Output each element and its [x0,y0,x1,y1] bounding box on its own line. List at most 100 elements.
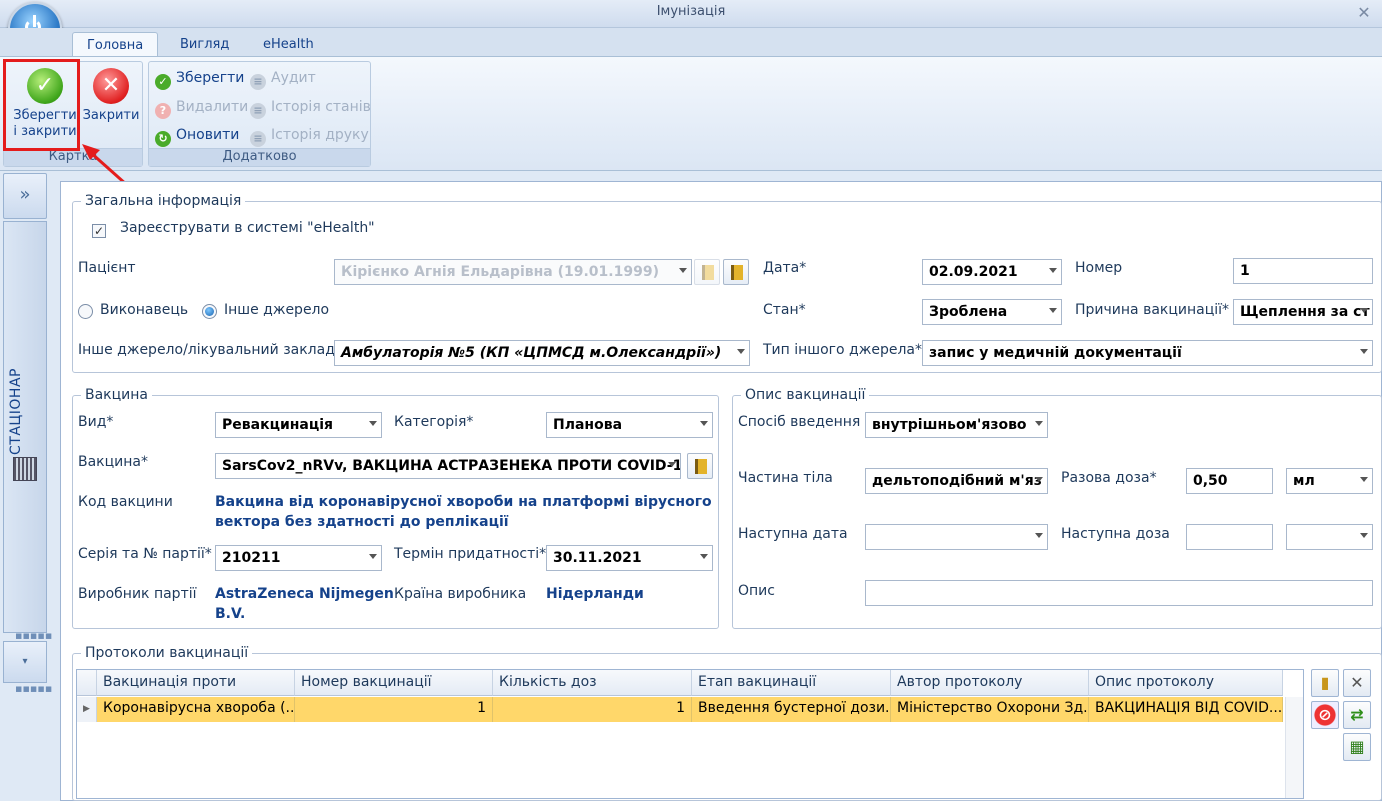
patient-combo[interactable]: Кірієнко Агнія Ельдарівна (19.01.1999) [334,259,692,285]
next-date-combo[interactable] [865,524,1048,550]
body-part-combo[interactable]: дельтоподібний м'яз [865,468,1048,494]
column-header[interactable]: Автор протоколу [891,670,1089,696]
spreadsheet-icon[interactable]: ▦ [1343,733,1371,761]
vaccine-combo[interactable]: SarsCov2_nRVv, ВАКЦИНА АСТРАЗЕНЕКА ПРОТИ… [215,453,681,479]
tools-icon[interactable]: ✕ [1343,669,1371,697]
number-label: Номер [1075,260,1123,276]
link-icon[interactable]: ⇄ [1343,701,1371,729]
register-ehealth-checkbox[interactable]: ✓ [92,224,106,238]
next-dose-field[interactable] [1186,524,1273,550]
sidebar-dropdown-button[interactable]: ▾ [3,641,47,683]
refresh-button[interactable]: ↻ Оновити [155,125,240,147]
expand-sidebar-button[interactable]: » [3,173,47,219]
method-combo[interactable]: внутрішньом'язово [865,412,1048,438]
title-bar: Імунізація ✕ [0,0,1382,28]
patient-edit-disabled-button[interactable] [694,259,720,285]
print-history-button[interactable]: ≡ Історія друку [250,125,369,147]
chevron-down-icon [369,421,377,426]
code-value-line1: Вакцина від коронавірусної хвороби на пл… [215,494,712,510]
maker-label: Виробник партії [78,586,197,602]
audit-label: Аудит [271,70,316,86]
refresh-label: Оновити [176,127,240,143]
open-book-icon[interactable]: ▮ [1311,669,1339,697]
chevron-down-icon [1360,533,1368,538]
facility-combo[interactable]: Амбулаторія №5 (КП «ЦПМСД м.Олександрії»… [334,340,750,366]
reason-value: Щеплення за ст [1240,304,1370,320]
chevron-down-icon [737,349,745,354]
tab-ehealth[interactable]: eHealth [249,32,328,58]
close-icon: ✕ [93,68,129,104]
state-label: Стан* [763,302,806,318]
status-history-button[interactable]: ≡ Історія станів [250,97,371,119]
table-cell[interactable]: 1 [493,697,692,722]
close-button[interactable]: ✕ Закрити [80,62,142,124]
desc-field[interactable] [865,580,1373,606]
audit-button[interactable]: ≡ Аудит [250,68,316,90]
save-label: Зберегти [176,70,245,86]
description-legend: Опис вакцинації [745,387,866,403]
executor-label: Виконавець [100,302,189,318]
save-check-icon: ✓ [155,74,171,90]
sidebar: » СТАЦІОНАР ▪▪▪▪▪ ▾ ▪▪▪▪▪ [3,173,52,801]
body-part-label: Частина тіла [738,470,833,486]
expiry-combo[interactable]: 30.11.2021 [546,545,713,571]
column-header[interactable]: Кількість доз [493,670,692,696]
column-header[interactable]: Номер вакцинації [295,670,493,696]
maker-value-line2: B.V. [215,606,246,622]
number-field[interactable]: 1 [1233,258,1373,284]
tab-home[interactable]: Головна [72,32,159,58]
close-window-icon[interactable]: ✕ [1352,3,1376,23]
next-dose-unit-combo[interactable] [1286,524,1373,550]
date-combo[interactable]: 02.09.2021 [922,259,1062,285]
unit-combo[interactable]: мл [1286,468,1373,494]
dose-field[interactable]: 0,50 [1186,468,1273,494]
other-source-radio[interactable] [202,304,217,319]
date-label: Дата* [763,260,807,276]
kind-combo[interactable]: Ревакцинація [215,412,382,438]
column-header[interactable]: Етап вакцинації [692,670,891,696]
delete-row-icon[interactable]: ⊘ [1311,701,1339,729]
delete-button[interactable]: ? Видалити [155,97,248,119]
sidebar-grip-bottom[interactable]: ▪▪▪▪▪ [15,682,52,695]
chevron-down-icon [700,554,708,559]
chevron-down-icon [1049,268,1057,273]
tab-view[interactable]: Вигляд [166,32,243,58]
chevron-down-icon [668,462,676,467]
source-type-combo[interactable]: запис у медичній документації [922,340,1373,366]
country-value: Нідерланди [546,586,644,602]
table-cell[interactable]: ВАКЦИНАЦІЯ ВІД COVID... [1089,697,1283,722]
vertical-scrollbar[interactable] [1285,697,1303,798]
reason-combo[interactable]: Щеплення за ст [1233,299,1373,325]
close-label: Закрити [82,108,140,123]
source-type-label: Тип іншого джерела* [763,342,922,358]
vaccine-lookup-book-icon[interactable] [687,453,713,479]
save-button[interactable]: ✓ Зберегти [155,68,245,90]
print-history-label: Історія друку [271,127,369,143]
table-cell[interactable]: Введення бустерної дози... [692,697,891,722]
power-icon-line [33,15,36,27]
table-cell[interactable]: Міністерство Охорони Зд... [891,697,1089,722]
ribbon-tab-bar: Головна Вигляд eHealth [0,28,1382,58]
country-label: Країна виробника [394,586,527,602]
series-combo[interactable]: 210211 [215,545,382,571]
chevron-down-icon [679,268,687,273]
protocols-legend: Протоколи вакцинації [85,645,249,661]
status-history-label: Історія станів [271,99,371,115]
state-combo[interactable]: Зроблена [922,299,1062,325]
table-cell[interactable]: 1 [295,697,493,722]
sidebar-panel-stationary[interactable]: СТАЦІОНАР [3,221,47,633]
unit-value: мл [1293,473,1315,489]
hospital-icon [13,457,37,481]
kind-value: Ревакцинація [222,417,334,433]
delete-icon: ? [155,103,171,119]
executor-radio[interactable] [78,304,93,319]
table-cell[interactable]: Коронавірусна хвороба (... [97,697,295,722]
chevron-down-icon [1360,349,1368,354]
column-header[interactable]: Вакцинація проти [97,670,295,696]
dose-label: Разова доза* [1061,470,1157,486]
category-combo[interactable]: Планова [546,412,713,438]
chevron-down-icon [1049,308,1057,313]
column-header[interactable]: Опис протоколу [1089,670,1283,696]
patient-lookup-book-icon[interactable] [723,259,749,285]
row-indicator-icon[interactable]: ▶ [77,697,97,722]
